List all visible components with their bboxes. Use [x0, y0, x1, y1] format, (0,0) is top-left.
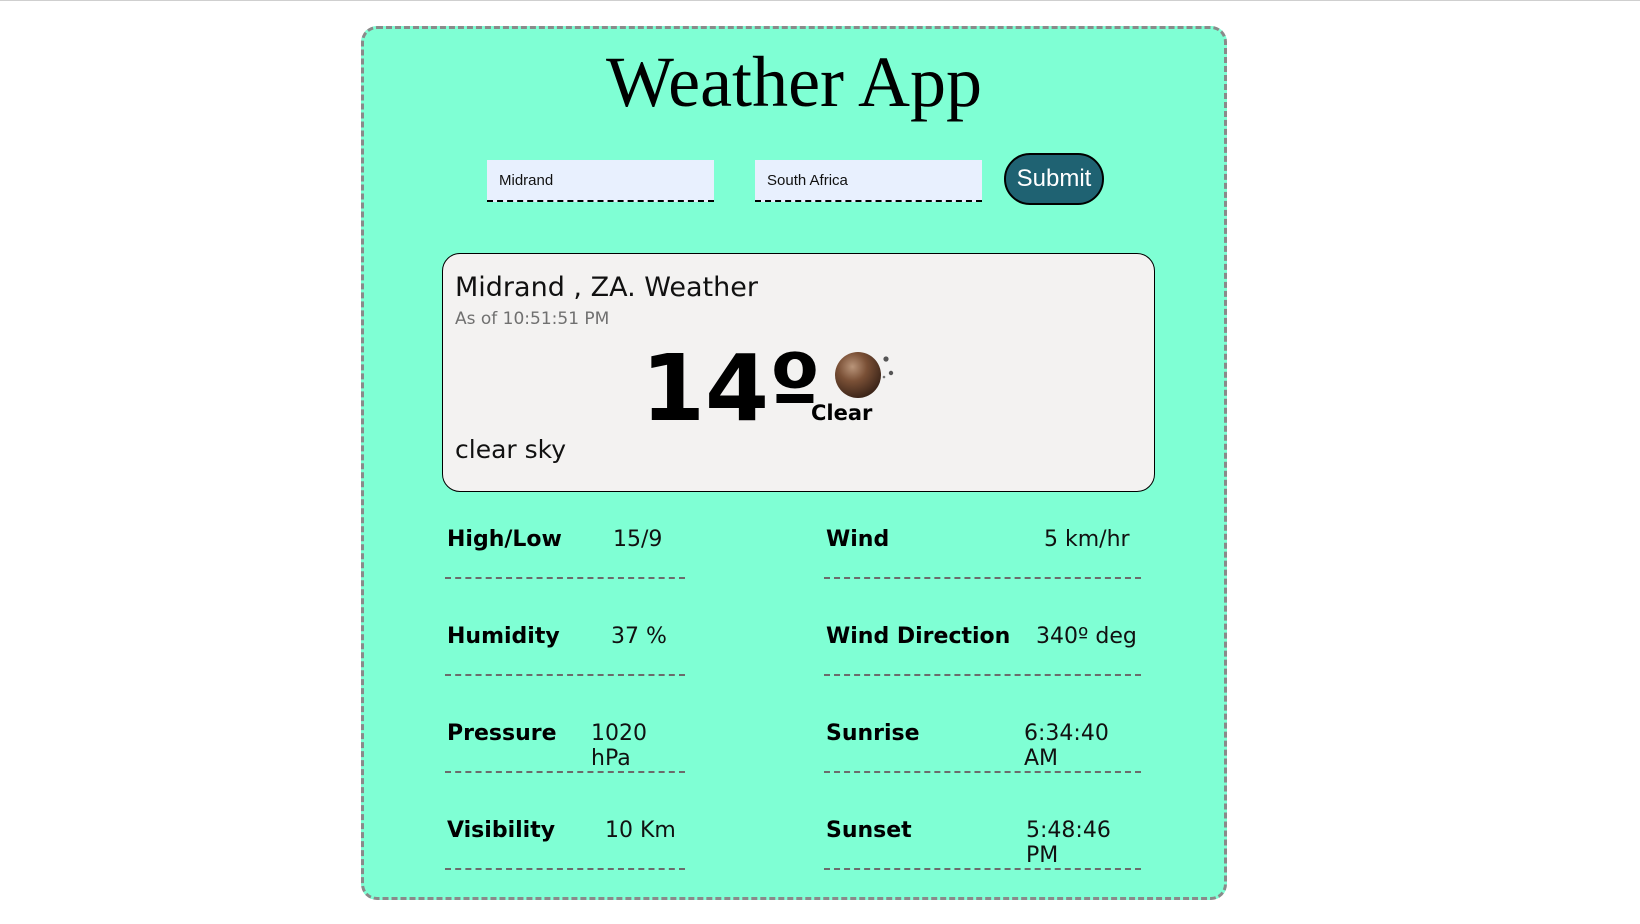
weather-app-container: Weather App Submit Midrand , ZA. Weather… [361, 26, 1227, 900]
stat-label: Humidity [447, 624, 560, 649]
as-of-time: As of 10:51:51 PM [455, 309, 610, 329]
stat-value: 5 km/hr [1044, 527, 1130, 552]
stat-pressure: Pressure 1020 hPa [445, 703, 685, 773]
submit-button[interactable]: Submit [1004, 153, 1104, 205]
stat-humidity: Humidity 37 % [445, 606, 685, 676]
weather-description: clear sky [455, 435, 567, 464]
stat-wind: Wind 5 km/hr [824, 509, 1141, 579]
stat-value: 15/9 [613, 527, 663, 552]
stat-label: Wind [826, 527, 890, 552]
stat-value: 1020 hPa [591, 721, 647, 771]
stat-label: Visibility [447, 818, 556, 843]
country-input[interactable] [755, 160, 982, 202]
stat-wind-direction: Wind Direction 340º deg [824, 606, 1141, 676]
stat-label: Sunset [826, 818, 912, 843]
stat-value: 340º deg [1036, 624, 1137, 649]
stat-value: 6:34:40 AM [1024, 721, 1109, 771]
current-weather-card: Midrand , ZA. Weather As of 10:51:51 PM … [442, 253, 1155, 492]
stat-label: Pressure [447, 721, 557, 746]
temperature: 14º [641, 335, 821, 442]
stat-label: High/Low [447, 527, 562, 552]
stat-visibility: Visibility 10 Km [445, 800, 685, 870]
app-title: Weather App [605, 42, 983, 122]
stat-sunrise: Sunrise 6:34:40 AM [824, 703, 1141, 773]
stat-high-low: High/Low 15/9 [445, 509, 685, 579]
clear-night-moon-icon [835, 352, 894, 398]
city-input[interactable] [487, 160, 714, 202]
stat-value: 37 % [611, 624, 667, 649]
stat-value: 10 Km [605, 818, 676, 843]
weather-condition: Clear [811, 401, 873, 425]
stat-sunset: Sunset 5:48:46 PM [824, 800, 1141, 870]
stat-value: 5:48:46 PM [1026, 818, 1111, 868]
stat-label: Wind Direction [826, 624, 1011, 649]
location-title: Midrand , ZA. Weather [455, 272, 758, 303]
top-divider [0, 0, 1640, 1]
stat-label: Sunrise [826, 721, 920, 746]
